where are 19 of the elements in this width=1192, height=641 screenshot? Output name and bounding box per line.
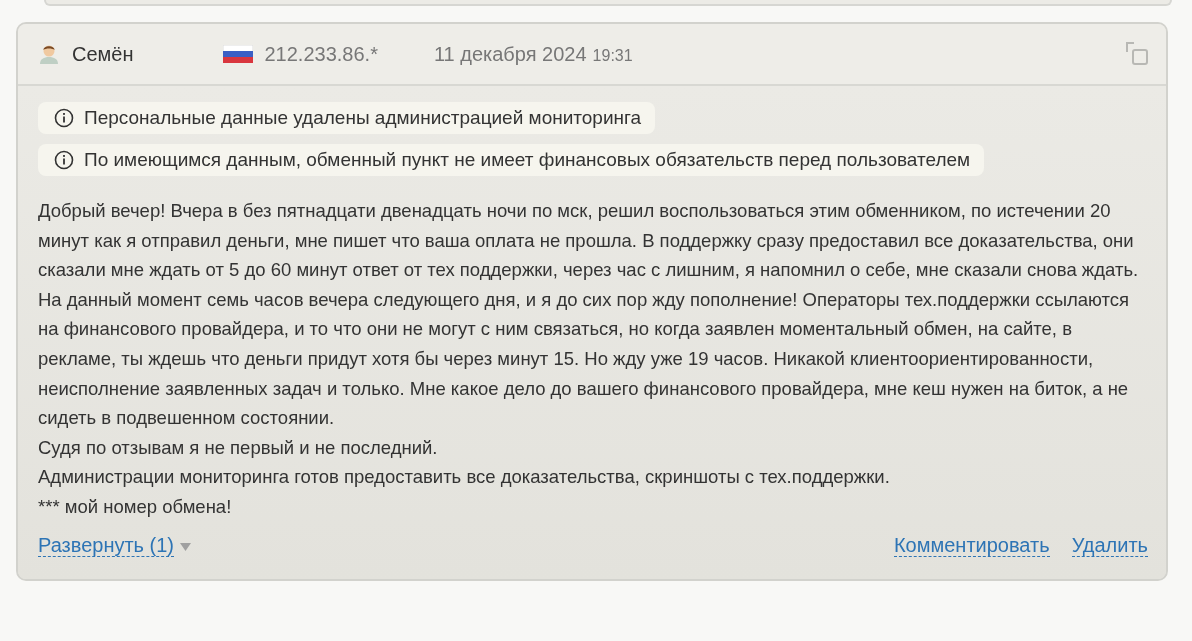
action-link[interactable]: Удалить (1071, 533, 1148, 557)
user-avatar-icon (38, 43, 60, 65)
review-paragraph: Судя по отзывам я не первый и не последний. (38, 435, 439, 460)
copy-icon[interactable] (1124, 41, 1150, 67)
info-icon (54, 108, 74, 128)
caret-icon (180, 543, 191, 552)
info-icon (54, 150, 74, 170)
ip-address: 212.233.86.* (264, 42, 378, 66)
author-name: Семён (72, 42, 134, 66)
flag-icon (223, 45, 254, 63)
expand-link[interactable]: Развернуть (1) (38, 533, 174, 557)
notice-text: По имеющимся данным, обменный пункт не имеет финансовых обязательств перед пользователем (84, 149, 971, 171)
review-paragraph: Администрации мониторинга готов предоставить все доказательства, скриншоты с тех.поддержки. (38, 465, 891, 490)
review-date: 11 декабря 2024 (433, 42, 587, 66)
review-paragraph: Добрый вечер! Вчера в без пятнадцати двенадцать ночи по мск, решил воспользоваться этим обменником, по истечении 20 минут как я отправил деньги, мне пишет что ваша оплата не прошла. В поддержку сразу предоставил все доказательства, они сказали мне ждать от 5 до 60 минут ответ от тех поддержки, через час с лишним, я напомнил о себе, мне сказали снова ждать. На данный момент семь часов вечера следующего дня, и я до сих пор жду пополнение! Операторы тех.поддержки ссылаются на финансового провайдера, и то что они не могут с ним связаться, но когда заявлен моментальный обмен, на сайте, в рекламе, ты ждешь что деньги придут хотя бы через минут 15. Но жду уже 19 часов. Никакой клиентоориентированности, неисполнение заявленных задач и только. Мне какое дело до вашего финансового провайдера, мне кеш нужен на биток, а не сидеть в подвешенном состоянии. (38, 199, 1140, 431)
review-paragraph: *** мой номер обмена! (38, 494, 233, 519)
action-link[interactable]: Комментировать (893, 533, 1050, 557)
review-time: 19:31 (592, 45, 633, 65)
notice-text: Персональные данные удалены администрацией мониторинга (84, 107, 642, 129)
